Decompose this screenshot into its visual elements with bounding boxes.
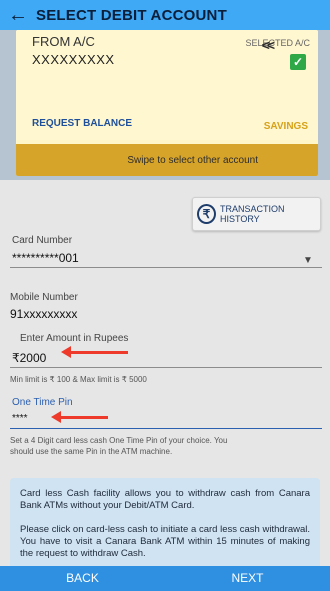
otp-input[interactable]: **** — [12, 413, 28, 424]
card-number-label: Card Number — [12, 235, 73, 246]
mobile-number-label: Mobile Number — [10, 292, 78, 303]
back-button[interactable]: BACK — [0, 566, 165, 591]
selected-check-icon[interactable]: ✓ — [290, 54, 306, 70]
back-arrow-icon[interactable]: ← — [0, 4, 36, 27]
card-number-select[interactable]: **********001 — [12, 251, 79, 265]
transaction-history-button[interactable]: ₹ TRANSACTION HISTORY — [192, 197, 321, 231]
swipe-strip[interactable]: Swipe to select other account — [16, 144, 318, 176]
amount-input[interactable]: ₹2000 — [12, 351, 46, 365]
info-paragraph-2: Please click on card-less cash to initia… — [20, 524, 310, 559]
otp-underline — [10, 428, 322, 429]
transaction-history-label: TRANSACTION HISTORY — [220, 204, 285, 224]
info-paragraph-1: Card less Cash facility allows you to wi… — [20, 488, 310, 511]
amount-underline — [10, 367, 322, 368]
amount-limit-note: Min limit is ₹ 100 & Max limit is ₹ 5000 — [10, 375, 147, 384]
info-box: Card less Cash facility allows you to wi… — [10, 478, 320, 578]
account-type-label: SAVINGS — [263, 121, 308, 132]
app-header: ← SELECT DEBIT ACCOUNT — [0, 0, 330, 30]
card-number-underline — [10, 267, 322, 268]
swipe-hint: Swipe to select other account — [127, 154, 258, 166]
annotation-arrow-pin — [51, 411, 108, 423]
history-icon: ₹ — [197, 204, 216, 224]
bottom-bar: BACK NEXT — [0, 566, 330, 591]
selected-account-label: SELECTED A/C — [245, 38, 310, 48]
swipe-left-icon: << — [261, 37, 275, 53]
request-balance-link[interactable]: REQUEST BALANCE — [32, 118, 132, 129]
otp-label: One Time Pin — [12, 397, 73, 408]
debit-account-card[interactable]: FROM A/C SELECTED A/C XXXXXXXXX ✓ REQUES… — [16, 30, 318, 176]
account-number: XXXXXXXXX — [32, 52, 115, 67]
mobile-number-value: 91xxxxxxxxx — [10, 307, 78, 321]
chevron-down-icon[interactable]: ▼ — [303, 255, 313, 266]
from-account-label: FROM A/C — [32, 34, 95, 49]
next-button[interactable]: NEXT — [165, 566, 330, 591]
page-title: SELECT DEBIT ACCOUNT — [36, 6, 227, 24]
annotation-arrow-amount — [61, 346, 128, 358]
amount-label: Enter Amount in Rupees — [20, 333, 129, 344]
otp-note: Set a 4 Digit card less cash One Time Pi… — [10, 436, 228, 456]
